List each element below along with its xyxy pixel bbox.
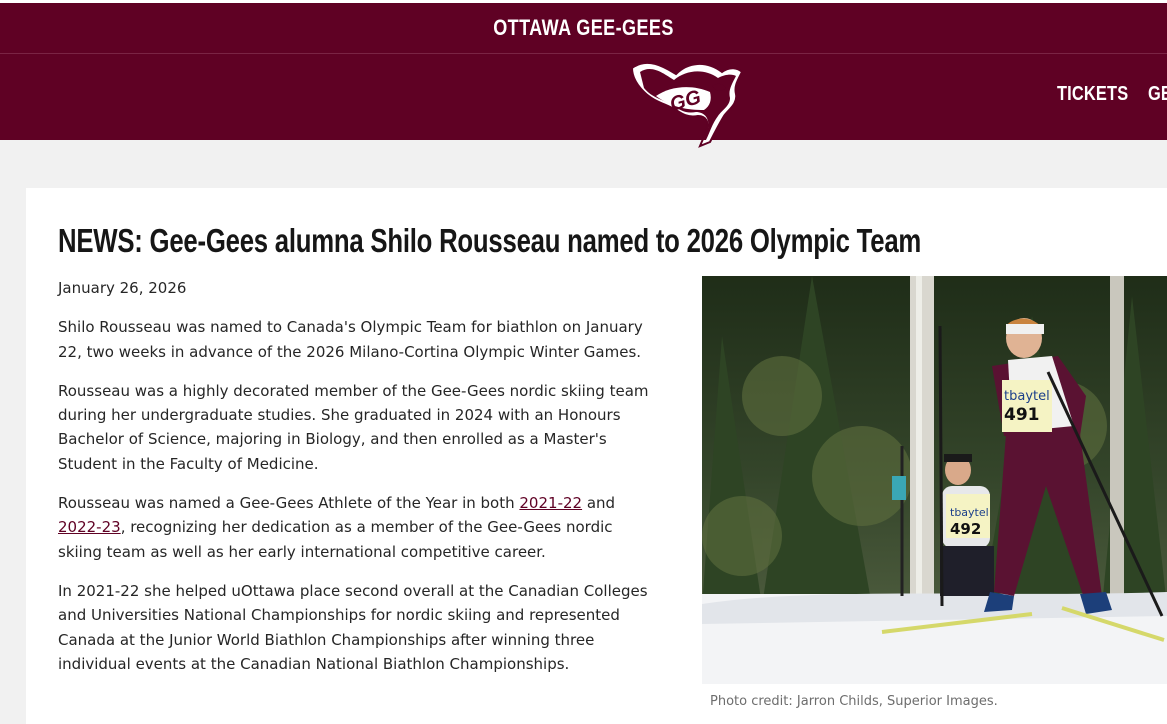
bib-front-sponsor: tbaytel <box>1004 389 1050 404</box>
article-date: January 26, 2026 <box>58 279 187 297</box>
paragraph-3-text-b: and <box>582 494 616 513</box>
link-2022-23[interactable]: 2022-23 <box>58 518 121 536</box>
paragraph-2: Rousseau was a highly decorated member o… <box>58 381 649 473</box>
paragraph-4: In 2021-22 she helped uOttawa place seco… <box>58 581 648 673</box>
paragraph-3-text-c: , recognizing her dedication as a member… <box>58 518 613 561</box>
paragraph-3-text-a: Rousseau was named a Gee-Gees Athlete of… <box>58 494 520 513</box>
bib-back-number: 492 <box>950 520 981 538</box>
article-body: January 26, 2026 Shilo Rousseau was name… <box>58 276 658 691</box>
gee-gees-logo[interactable]: GG <box>626 56 746 148</box>
article-photo: tbaytel 492 tbaytel 491 <box>702 276 1167 684</box>
bib-front-number: 491 <box>1004 405 1040 425</box>
nav-tickets[interactable]: TICKETS <box>1057 83 1128 106</box>
link-2021-22[interactable]: 2021-22 <box>519 494 582 512</box>
paragraph-3: Rousseau was named a Gee-Gees Athlete of… <box>58 491 658 564</box>
photo-illustration: tbaytel 492 tbaytel 491 <box>702 276 1167 684</box>
header-top-bar: OTTAWA GEE-GEES <box>0 3 1167 54</box>
site-header: OTTAWA GEE-GEES TICKETS GE <box>0 3 1167 140</box>
article-headline: NEWS: Gee-Gees alumna Shilo Rousseau nam… <box>58 222 922 259</box>
bib-back-sponsor: tbaytel <box>950 506 989 519</box>
site-title[interactable]: OTTAWA GEE-GEES <box>105 15 1062 41</box>
paragraph-1: Shilo Rousseau was named to Canada's Oly… <box>58 318 643 361</box>
nav-item-truncated[interactable]: GE <box>1148 83 1167 106</box>
photo-caption: Photo credit: Jarron Childs, Superior Im… <box>710 694 998 709</box>
